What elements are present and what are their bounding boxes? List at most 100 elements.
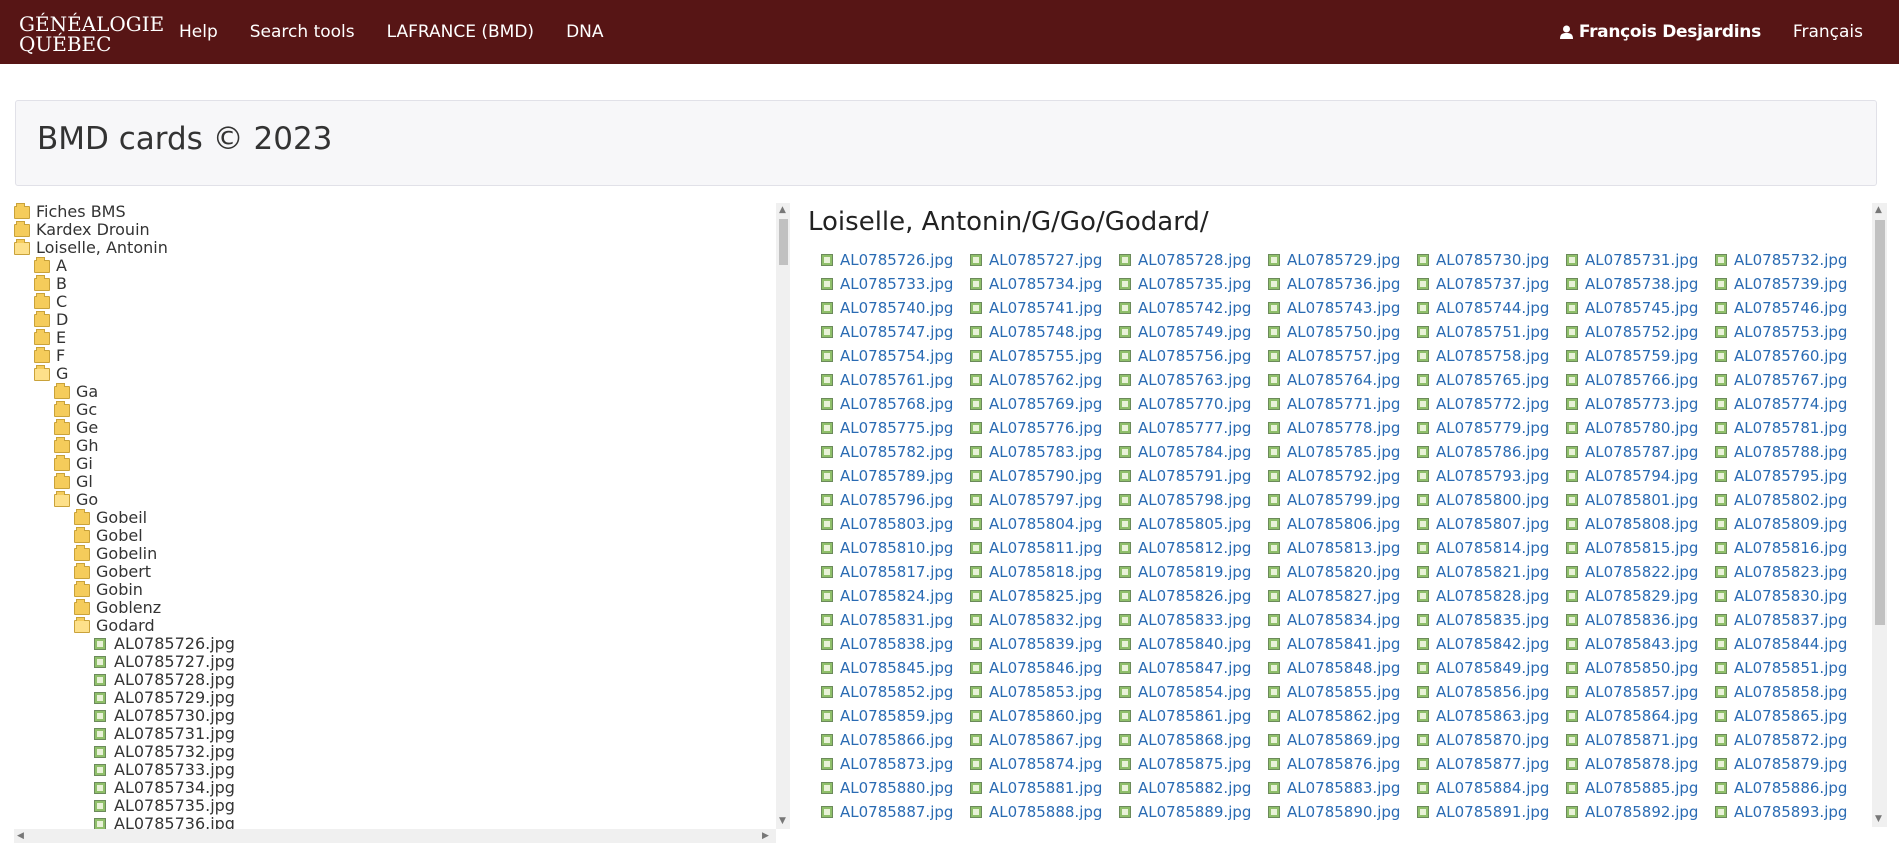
file-link[interactable]: AL0785890.jpg bbox=[1268, 800, 1417, 824]
file-link[interactable]: AL0785758.jpg bbox=[1417, 344, 1566, 368]
file-link[interactable]: AL0785745.jpg bbox=[1566, 296, 1715, 320]
file-link[interactable]: AL0785892.jpg bbox=[1566, 800, 1715, 824]
file-link[interactable]: AL0785858.jpg bbox=[1715, 680, 1864, 704]
file-link[interactable]: AL0785855.jpg bbox=[1268, 680, 1417, 704]
file-link[interactable]: AL0785848.jpg bbox=[1268, 656, 1417, 680]
file-link[interactable]: AL0785859.jpg bbox=[821, 704, 970, 728]
file-link[interactable]: AL0785726.jpg bbox=[821, 248, 970, 272]
file-link[interactable]: AL0785869.jpg bbox=[1268, 728, 1417, 752]
tree-scroll-thumb[interactable] bbox=[779, 219, 788, 265]
file-link[interactable]: AL0785788.jpg bbox=[1715, 440, 1864, 464]
file-link[interactable]: AL0785740.jpg bbox=[821, 296, 970, 320]
tree-folder-item[interactable]: C bbox=[14, 292, 774, 311]
file-link[interactable]: AL0785780.jpg bbox=[1566, 416, 1715, 440]
file-link[interactable]: AL0785787.jpg bbox=[1566, 440, 1715, 464]
file-link[interactable]: AL0785765.jpg bbox=[1417, 368, 1566, 392]
tree-folder-item[interactable]: Gobin bbox=[14, 580, 774, 599]
tree-folder-item[interactable]: Gi bbox=[14, 454, 774, 473]
file-link[interactable]: AL0785772.jpg bbox=[1417, 392, 1566, 416]
file-link[interactable]: AL0785752.jpg bbox=[1566, 320, 1715, 344]
tree-folder-item[interactable]: B bbox=[14, 274, 774, 293]
file-link[interactable]: AL0785813.jpg bbox=[1268, 536, 1417, 560]
file-link[interactable]: AL0785793.jpg bbox=[1417, 464, 1566, 488]
file-link[interactable]: AL0785868.jpg bbox=[1119, 728, 1268, 752]
tree-folder-item[interactable]: Go bbox=[14, 490, 774, 509]
tree-file-item[interactable]: AL0785733.jpg bbox=[14, 761, 774, 779]
file-link[interactable]: AL0785826.jpg bbox=[1119, 584, 1268, 608]
file-link[interactable]: AL0785834.jpg bbox=[1268, 608, 1417, 632]
file-link[interactable]: AL0785808.jpg bbox=[1566, 512, 1715, 536]
file-link[interactable]: AL0785839.jpg bbox=[970, 632, 1119, 656]
file-link[interactable]: AL0785806.jpg bbox=[1268, 512, 1417, 536]
file-link[interactable]: AL0785764.jpg bbox=[1268, 368, 1417, 392]
file-link[interactable]: AL0785885.jpg bbox=[1566, 776, 1715, 800]
tree-folder-item[interactable]: E bbox=[14, 328, 774, 347]
file-link[interactable]: AL0785824.jpg bbox=[821, 584, 970, 608]
tree-folder-item[interactable]: Gc bbox=[14, 400, 774, 419]
file-link[interactable]: AL0785728.jpg bbox=[1119, 248, 1268, 272]
file-link[interactable]: AL0785842.jpg bbox=[1417, 632, 1566, 656]
file-link[interactable]: AL0785777.jpg bbox=[1119, 416, 1268, 440]
file-link[interactable]: AL0785768.jpg bbox=[821, 392, 970, 416]
file-link[interactable]: AL0785860.jpg bbox=[970, 704, 1119, 728]
file-link[interactable]: AL0785776.jpg bbox=[970, 416, 1119, 440]
file-link[interactable]: AL0785797.jpg bbox=[970, 488, 1119, 512]
file-link[interactable]: AL0785887.jpg bbox=[821, 800, 970, 824]
file-link[interactable]: AL0785844.jpg bbox=[1715, 632, 1864, 656]
tree-file-item[interactable]: AL0785732.jpg bbox=[14, 743, 774, 761]
file-link[interactable]: AL0785791.jpg bbox=[1119, 464, 1268, 488]
tree-vertical-scrollbar[interactable]: ▲ ▼ bbox=[776, 203, 790, 829]
file-link[interactable]: AL0785820.jpg bbox=[1268, 560, 1417, 584]
user-menu[interactable]: François Desjardins bbox=[1559, 22, 1761, 42]
file-link[interactable]: AL0785750.jpg bbox=[1268, 320, 1417, 344]
file-link[interactable]: AL0785751.jpg bbox=[1417, 320, 1566, 344]
file-link[interactable]: AL0785732.jpg bbox=[1715, 248, 1864, 272]
file-link[interactable]: AL0785870.jpg bbox=[1417, 728, 1566, 752]
files-vertical-scrollbar[interactable]: ▲ ▼ bbox=[1872, 203, 1887, 827]
file-link[interactable]: AL0785775.jpg bbox=[821, 416, 970, 440]
file-link[interactable]: AL0785737.jpg bbox=[1417, 272, 1566, 296]
tree-folder-item[interactable]: Gobel bbox=[14, 526, 774, 545]
file-link[interactable]: AL0785781.jpg bbox=[1715, 416, 1864, 440]
file-link[interactable]: AL0785883.jpg bbox=[1268, 776, 1417, 800]
tree-file-item[interactable]: AL0785726.jpg bbox=[14, 635, 774, 653]
file-link[interactable]: AL0785881.jpg bbox=[970, 776, 1119, 800]
file-link[interactable]: AL0785794.jpg bbox=[1566, 464, 1715, 488]
tree-horizontal-scrollbar[interactable]: ◀ ▶ bbox=[14, 829, 776, 843]
file-link[interactable]: AL0785786.jpg bbox=[1417, 440, 1566, 464]
file-link[interactable]: AL0785741.jpg bbox=[970, 296, 1119, 320]
scroll-right-arrow-icon[interactable]: ▶ bbox=[762, 831, 769, 841]
file-link[interactable]: AL0785792.jpg bbox=[1268, 464, 1417, 488]
file-link[interactable]: AL0785800.jpg bbox=[1417, 488, 1566, 512]
file-link[interactable]: AL0785727.jpg bbox=[970, 248, 1119, 272]
file-link[interactable]: AL0785891.jpg bbox=[1417, 800, 1566, 824]
tree-file-item[interactable]: AL0785729.jpg bbox=[14, 689, 774, 707]
file-link[interactable]: AL0785836.jpg bbox=[1566, 608, 1715, 632]
file-link[interactable]: AL0785753.jpg bbox=[1715, 320, 1864, 344]
file-link[interactable]: AL0785796.jpg bbox=[821, 488, 970, 512]
file-link[interactable]: AL0785882.jpg bbox=[1119, 776, 1268, 800]
nav-search-tools[interactable]: Search tools bbox=[250, 22, 355, 42]
file-link[interactable]: AL0785856.jpg bbox=[1417, 680, 1566, 704]
file-link[interactable]: AL0785736.jpg bbox=[1268, 272, 1417, 296]
file-link[interactable]: AL0785760.jpg bbox=[1715, 344, 1864, 368]
file-link[interactable]: AL0785857.jpg bbox=[1566, 680, 1715, 704]
file-link[interactable]: AL0785749.jpg bbox=[1119, 320, 1268, 344]
file-link[interactable]: AL0785735.jpg bbox=[1119, 272, 1268, 296]
file-link[interactable]: AL0785843.jpg bbox=[1566, 632, 1715, 656]
file-link[interactable]: AL0785733.jpg bbox=[821, 272, 970, 296]
file-link[interactable]: AL0785807.jpg bbox=[1417, 512, 1566, 536]
file-link[interactable]: AL0785784.jpg bbox=[1119, 440, 1268, 464]
file-link[interactable]: AL0785864.jpg bbox=[1566, 704, 1715, 728]
file-link[interactable]: AL0785837.jpg bbox=[1715, 608, 1864, 632]
file-link[interactable]: AL0785766.jpg bbox=[1566, 368, 1715, 392]
file-link[interactable]: AL0785874.jpg bbox=[970, 752, 1119, 776]
file-link[interactable]: AL0785785.jpg bbox=[1268, 440, 1417, 464]
file-link[interactable]: AL0785809.jpg bbox=[1715, 512, 1864, 536]
file-link[interactable]: AL0785757.jpg bbox=[1268, 344, 1417, 368]
file-link[interactable]: AL0785880.jpg bbox=[821, 776, 970, 800]
file-link[interactable]: AL0785863.jpg bbox=[1417, 704, 1566, 728]
tree-folder-item[interactable]: Gl bbox=[14, 472, 774, 491]
file-link[interactable]: AL0785730.jpg bbox=[1417, 248, 1566, 272]
file-link[interactable]: AL0785812.jpg bbox=[1119, 536, 1268, 560]
